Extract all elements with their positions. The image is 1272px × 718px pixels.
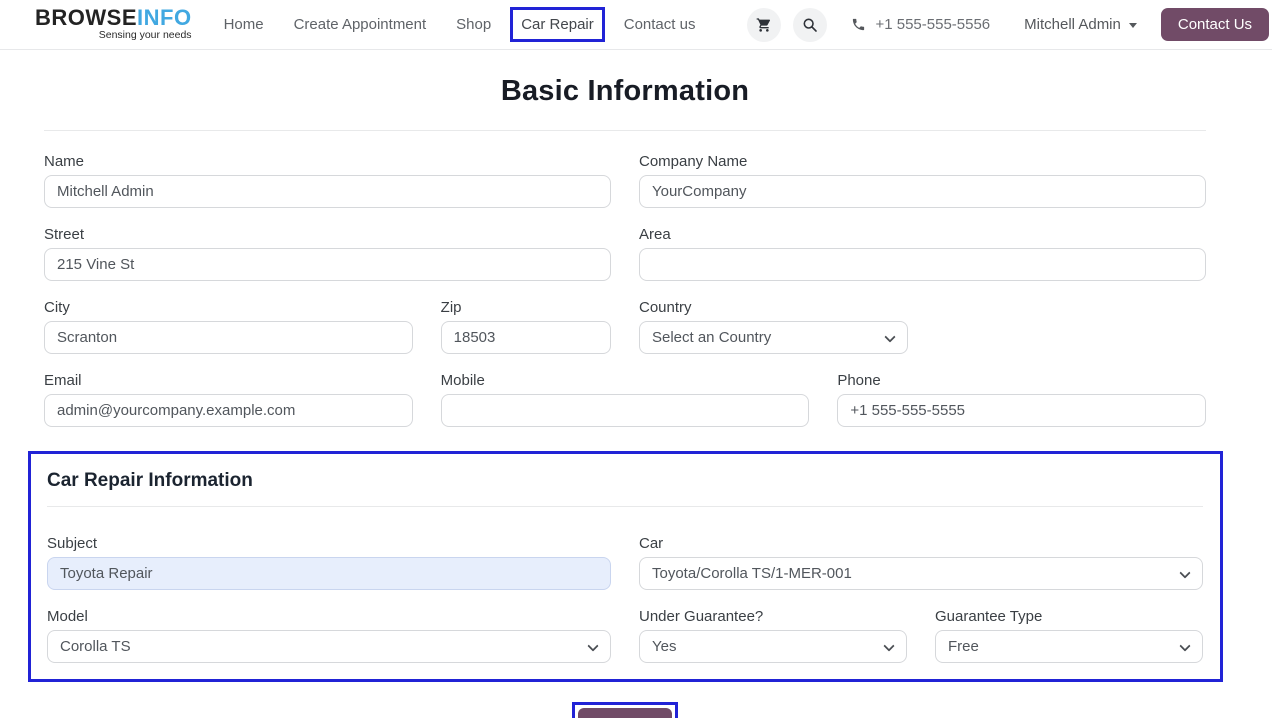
- nav-item-contact-us[interactable]: Contact us: [624, 16, 696, 33]
- under-guarantee-label: Under Guarantee?: [639, 608, 907, 625]
- company-input[interactable]: [639, 175, 1206, 208]
- nav-item-home[interactable]: Home: [224, 16, 264, 33]
- under-guarantee-selected-value: Yes: [652, 638, 676, 655]
- mobile-input[interactable]: [441, 394, 810, 427]
- country-selected-value: Select an Country: [652, 329, 771, 346]
- section-divider: [47, 506, 1203, 507]
- main-content: Basic Information Name Company Name Stre…: [44, 75, 1206, 718]
- car-repair-section: Car Repair Information Subject Car Toyot…: [28, 451, 1223, 682]
- street-label: Street: [44, 226, 611, 243]
- cart-icon: [756, 17, 772, 33]
- area-field-group: Area: [639, 226, 1206, 281]
- area-input[interactable]: [639, 248, 1206, 281]
- phone-input[interactable]: [837, 394, 1206, 427]
- city-input[interactable]: [44, 321, 413, 354]
- model-selected-value: Corolla TS: [60, 638, 131, 655]
- chevron-down-icon: [885, 331, 896, 342]
- name-field-group: Name: [44, 153, 611, 208]
- submit-row: Submit →: [44, 702, 1206, 718]
- street-field-group: Street: [44, 226, 611, 281]
- logo-info: INFO: [137, 5, 192, 30]
- phone-label: Phone: [837, 372, 1206, 389]
- chevron-down-icon: [587, 640, 598, 651]
- header-phone-number: +1 555-555-5556: [875, 16, 990, 33]
- under-guarantee-field-group: Under Guarantee? Yes: [639, 608, 907, 663]
- subject-label: Subject: [47, 535, 611, 552]
- basic-info-form: Name Company Name Street Area City Zip C…: [44, 153, 1206, 427]
- nav-item-shop[interactable]: Shop: [456, 16, 491, 33]
- cart-button[interactable]: [747, 8, 781, 42]
- model-field-group: Model Corolla TS: [47, 608, 611, 663]
- user-name: Mitchell Admin: [1024, 16, 1121, 33]
- company-label: Company Name: [639, 153, 1206, 170]
- phone-icon: [851, 17, 866, 32]
- country-label: Country: [639, 299, 909, 316]
- top-navbar: BROWSEINFO Sensing your needs Home Creat…: [0, 0, 1272, 50]
- page-title: Basic Information: [44, 75, 1206, 108]
- chevron-down-icon: [1129, 23, 1137, 28]
- header-actions: +1 555-555-5556 Mitchell Admin Contact U…: [747, 8, 1269, 42]
- street-input[interactable]: [44, 248, 611, 281]
- guarantee-type-field-group: Guarantee Type Free: [935, 608, 1203, 663]
- chevron-down-icon: [1179, 567, 1190, 578]
- city-field-group: City: [44, 299, 413, 354]
- car-select[interactable]: Toyota/Corolla TS/1-MER-001: [639, 557, 1203, 590]
- chevron-down-icon: [883, 640, 894, 651]
- guarantee-type-label: Guarantee Type: [935, 608, 1203, 625]
- main-nav: Home Create Appointment Shop Car Repair …: [224, 7, 696, 42]
- subject-field-group: Subject: [47, 535, 611, 590]
- logo-tagline: Sensing your needs: [99, 29, 192, 41]
- logo-browse: BROWSE: [35, 5, 137, 30]
- guarantee-type-select[interactable]: Free: [935, 630, 1203, 663]
- car-field-group: Car Toyota/Corolla TS/1-MER-001: [639, 535, 1203, 590]
- car-label: Car: [639, 535, 1203, 552]
- logo-text: BROWSEINFO: [35, 8, 192, 28]
- user-dropdown[interactable]: Mitchell Admin: [1024, 16, 1137, 33]
- mobile-field-group: Mobile: [441, 372, 810, 427]
- under-guarantee-select[interactable]: Yes: [639, 630, 907, 663]
- model-select[interactable]: Corolla TS: [47, 630, 611, 663]
- name-input[interactable]: [44, 175, 611, 208]
- subject-input[interactable]: [47, 557, 611, 590]
- search-icon: [802, 17, 818, 33]
- email-label: Email: [44, 372, 413, 389]
- email-input[interactable]: [44, 394, 413, 427]
- contact-us-button[interactable]: Contact Us: [1161, 8, 1269, 41]
- row-spacer: [936, 299, 1206, 354]
- mobile-label: Mobile: [441, 372, 810, 389]
- area-label: Area: [639, 226, 1206, 243]
- search-button[interactable]: [793, 8, 827, 42]
- chevron-down-icon: [1179, 640, 1190, 651]
- header-phone[interactable]: +1 555-555-5556: [851, 16, 990, 33]
- name-label: Name: [44, 153, 611, 170]
- guarantee-type-selected-value: Free: [948, 638, 979, 655]
- company-field-group: Company Name: [639, 153, 1206, 208]
- submit-button[interactable]: Submit →: [578, 708, 672, 718]
- car-repair-section-title: Car Repair Information: [47, 470, 1203, 492]
- country-field-group: Country Select an Country: [639, 299, 909, 354]
- zip-input[interactable]: [441, 321, 611, 354]
- title-divider: [44, 130, 1206, 131]
- submit-highlight-box: Submit →: [572, 702, 678, 718]
- logo[interactable]: BROWSEINFO Sensing your needs: [35, 8, 192, 41]
- city-label: City: [44, 299, 413, 316]
- model-label: Model: [47, 608, 611, 625]
- car-selected-value: Toyota/Corolla TS/1-MER-001: [652, 565, 852, 582]
- zip-label: Zip: [441, 299, 611, 316]
- zip-field-group: Zip: [441, 299, 611, 354]
- nav-item-create-appointment[interactable]: Create Appointment: [294, 16, 427, 33]
- nav-item-car-repair[interactable]: Car Repair: [510, 7, 605, 42]
- country-select[interactable]: Select an Country: [639, 321, 909, 354]
- phone-field-group: Phone: [837, 372, 1206, 427]
- car-repair-form: Subject Car Toyota/Corolla TS/1-MER-001 …: [47, 535, 1203, 663]
- email-field-group: Email: [44, 372, 413, 427]
